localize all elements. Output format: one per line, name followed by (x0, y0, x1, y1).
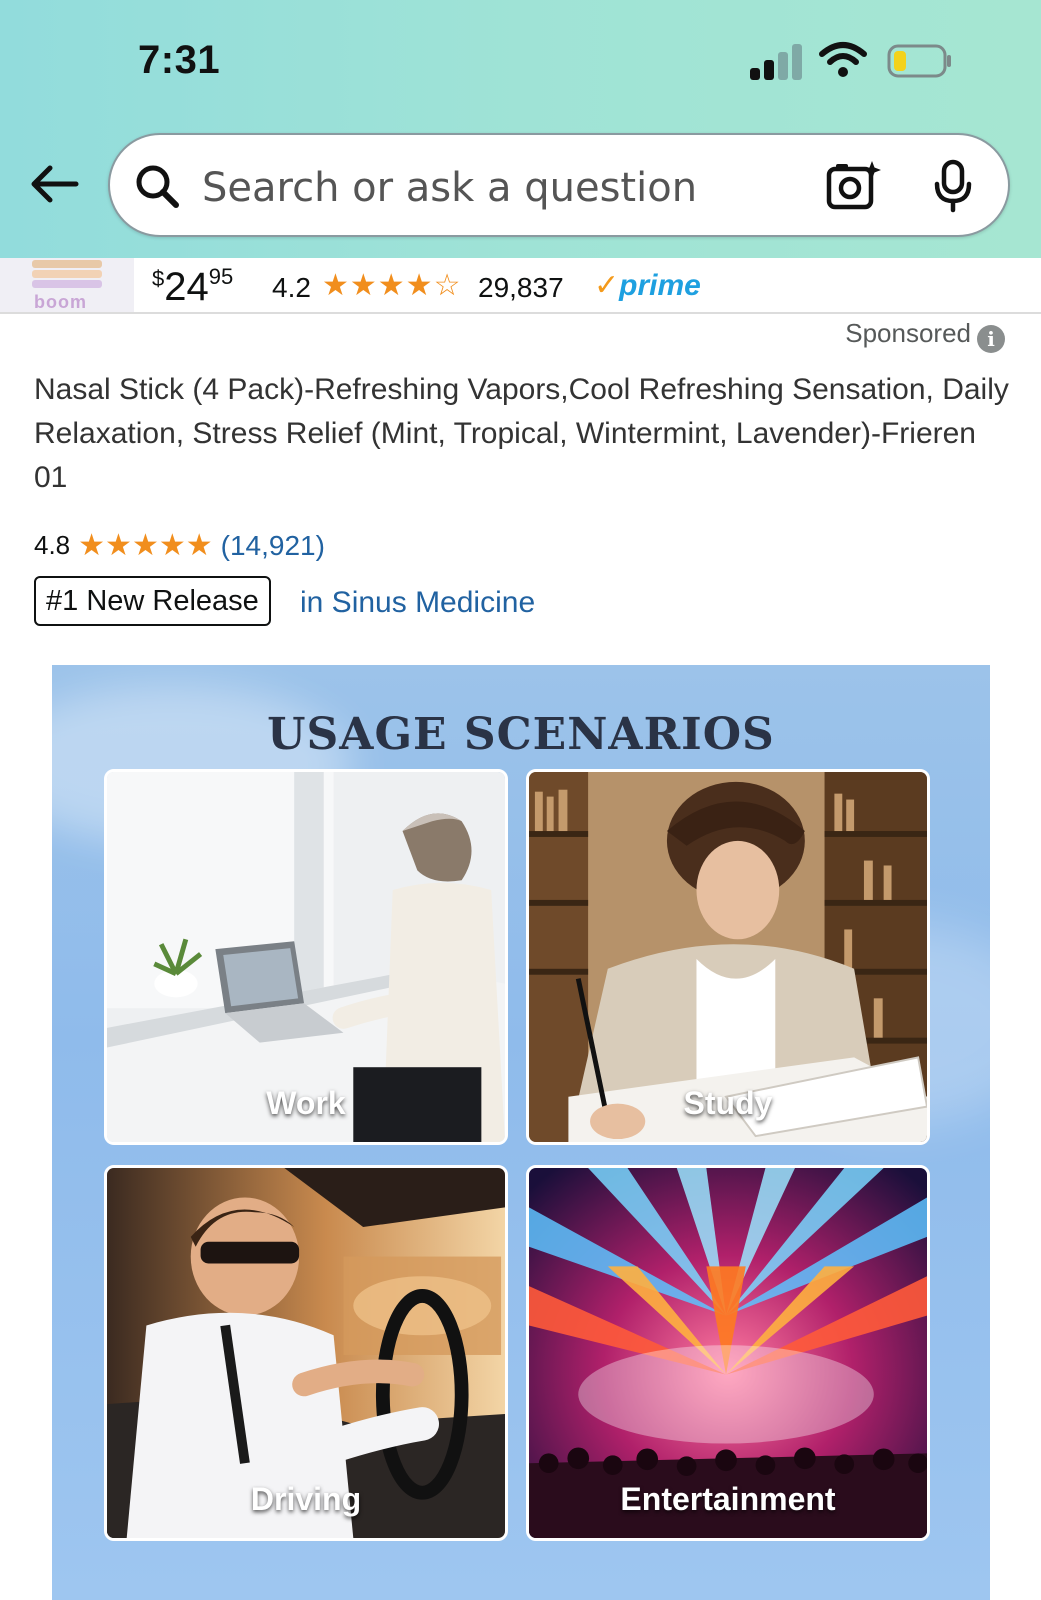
previous-result-stars: ★★★★☆ (322, 269, 462, 302)
previous-result-price: $2495 (152, 264, 234, 309)
scenario-tile-study: Study (526, 769, 930, 1145)
scenario-tile-work: Work (104, 769, 508, 1145)
signal-icon (750, 44, 806, 80)
badge-category-link[interactable]: in Sinus Medicine (300, 586, 535, 620)
scenario-label-entertainment: Entertainment (620, 1481, 836, 1517)
rating-value: 4.8 (34, 530, 71, 560)
thumbnail-brand: boom (34, 292, 87, 312)
review-count-link[interactable]: (14,921) (221, 530, 325, 562)
microphone-icon[interactable] (932, 159, 974, 213)
wifi-icon (819, 42, 867, 77)
scenario-label-work: Work (266, 1085, 346, 1121)
back-arrow-icon[interactable] (28, 162, 80, 206)
app-header: 7:31 Search or ask a question (0, 0, 1041, 258)
status-time: 7:31 (138, 38, 221, 82)
camera-sparkle-icon[interactable] (826, 159, 882, 211)
info-icon[interactable]: i (977, 325, 1005, 353)
best-seller-badge[interactable]: #1 New Release (34, 576, 271, 626)
sponsored-label[interactable]: Sponsored i (845, 318, 1005, 353)
previous-result-thumbnail[interactable]: boom (0, 258, 134, 312)
product-rating[interactable]: 4.8 ★★★★★ (14,921) (34, 528, 325, 563)
usage-scenarios-heading: USAGE SCENARIOS (267, 709, 775, 760)
previous-result-review-count: 29,837 (478, 272, 564, 303)
previous-result-card[interactable]: boom $2495 4.2 ★★★★☆ 29,837 ✓prime (0, 258, 1041, 314)
scenario-label-study: Study (683, 1085, 773, 1121)
battery-icon (887, 44, 951, 78)
prime-check-icon: ✓ (594, 269, 620, 302)
scenario-tile-driving: Driving (104, 1165, 508, 1541)
scenario-label-driving: Driving (250, 1481, 362, 1517)
scenario-tile-entertainment: Entertainment (526, 1165, 930, 1541)
product-title[interactable]: Nasal Stick (4 Pack)-Refreshing Vapors,C… (34, 368, 1014, 500)
previous-result-rating: 4.2 (272, 272, 311, 303)
prime-badge: ✓prime (594, 269, 701, 302)
search-bar[interactable]: Search or ask a question (108, 133, 1010, 237)
search-icon (136, 165, 179, 208)
product-image[interactable]: USAGE SCENARIOS Work Study Driving Enter… (52, 665, 990, 1600)
search-input[interactable]: Search or ask a question (202, 165, 697, 211)
rating-stars: ★★★★★ (78, 529, 213, 562)
